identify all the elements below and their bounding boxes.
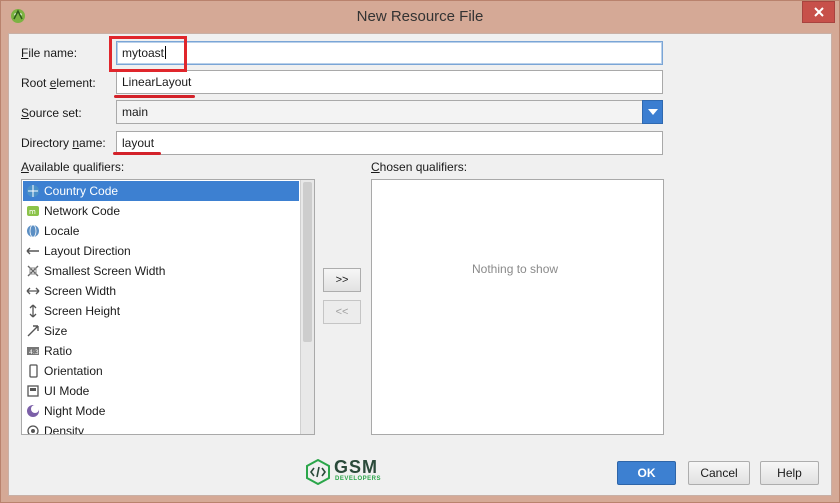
country-code-icon: [27, 185, 39, 197]
qualifier-item-label: Night Mode: [44, 404, 106, 418]
ratio-icon: 4:3: [27, 347, 39, 356]
qualifier-item[interactable]: Orientation: [23, 361, 299, 381]
gsm-developers-logo: GSM DEVELOPERS: [305, 456, 395, 488]
qualifier-item[interactable]: Size: [23, 321, 299, 341]
qualifier-item-label: Screen Height: [44, 304, 121, 318]
chosen-qualifiers-label: Chosen qualifiers:: [371, 160, 468, 174]
globe-icon: [27, 224, 39, 238]
svg-text:m: m: [29, 208, 36, 216]
cancel-button[interactable]: Cancel: [688, 461, 750, 485]
qualifier-item[interactable]: Density: [23, 421, 299, 435]
screen-width-icon: [26, 287, 40, 295]
chevron-down-icon: [648, 109, 658, 115]
logo-name: GSM: [334, 457, 379, 477]
size-icon: [27, 325, 39, 337]
chosen-qualifiers-list[interactable]: Nothing to show: [371, 179, 664, 435]
title-bar[interactable]: New Resource File: [1, 1, 839, 33]
close-button[interactable]: [802, 1, 835, 23]
screen-height-icon: [29, 304, 37, 318]
remove-qualifier-button[interactable]: <<: [323, 300, 361, 324]
directory-name-label: Directory name:: [21, 136, 106, 150]
file-name-input[interactable]: mytoast: [116, 41, 663, 65]
qualifier-item-label: Network Code: [44, 204, 121, 218]
night-mode-icon: [27, 405, 39, 417]
code-hexagon-icon: [306, 459, 330, 485]
empty-list-text: Nothing to show: [472, 262, 559, 276]
available-qualifiers-label: Available qualifiers:: [21, 160, 125, 174]
qualifier-item[interactable]: 4:3 Ratio: [23, 341, 299, 361]
dropdown-arrow[interactable]: [642, 100, 663, 124]
qualifier-item-label: Country Code: [44, 184, 119, 198]
dialog-window: New Resource File File name: mytoast Roo…: [0, 0, 840, 503]
source-set-select[interactable]: main: [116, 100, 663, 124]
qualifier-item[interactable]: m Network Code: [23, 201, 299, 221]
qualifier-item-label: Density: [44, 424, 85, 435]
qualifier-item[interactable]: UI Mode: [23, 381, 299, 401]
scrollbar-thumb[interactable]: [303, 182, 312, 342]
help-button[interactable]: Help: [760, 461, 819, 485]
logo-subtitle: DEVELOPERS: [335, 476, 382, 482]
layout-direction-icon: [26, 247, 39, 255]
network-code-icon: m: [27, 206, 39, 216]
source-set-label: Source set:: [21, 106, 82, 120]
list-scrollbar[interactable]: [300, 180, 314, 434]
smallest-width-icon: [27, 265, 39, 277]
directory-name-input[interactable]: layout: [116, 131, 663, 155]
dialog-body: File name: mytoast Root element: LinearL…: [8, 33, 832, 496]
root-element-label: Root element:: [21, 76, 96, 90]
root-element-underline: [114, 95, 195, 98]
qualifier-item-label: UI Mode: [44, 384, 90, 398]
qualifier-item-label: Smallest Screen Width: [44, 264, 166, 278]
directory-underline: [113, 152, 161, 155]
qualifier-item-label: Ratio: [44, 344, 73, 358]
svg-text:4:3: 4:3: [29, 349, 39, 356]
file-name-highlight-box: [109, 36, 187, 72]
root-element-input[interactable]: LinearLayout: [116, 70, 663, 94]
file-name-label: File name:: [21, 46, 78, 60]
close-icon: [814, 7, 824, 17]
qualifier-item[interactable]: Country Code: [23, 181, 299, 201]
qualifier-item-label: Locale: [44, 224, 80, 238]
density-icon: [27, 425, 39, 434]
qualifier-item[interactable]: Screen Width: [23, 281, 299, 301]
qualifier-item-label: Size: [44, 324, 68, 338]
ok-button[interactable]: OK: [617, 461, 676, 485]
qualifier-item[interactable]: Night Mode: [23, 401, 299, 421]
orientation-icon: [29, 364, 38, 378]
ui-mode-icon: [27, 385, 39, 397]
qualifier-item-label: Orientation: [44, 364, 103, 378]
add-qualifier-button[interactable]: >>: [323, 268, 361, 292]
qualifier-item[interactable]: Screen Height: [23, 301, 299, 321]
qualifier-item[interactable]: Smallest Screen Width: [23, 261, 299, 281]
qualifier-item-label: Screen Width: [44, 284, 117, 298]
qualifier-item[interactable]: Locale: [23, 221, 299, 241]
qualifier-item-label: Layout Direction: [44, 244, 131, 258]
available-qualifiers-list[interactable]: Country Code m Network Code Locale Layout Di…: [21, 179, 315, 435]
dialog-title: New Resource File: [356, 8, 484, 25]
qualifier-item[interactable]: Layout Direction: [23, 241, 299, 261]
